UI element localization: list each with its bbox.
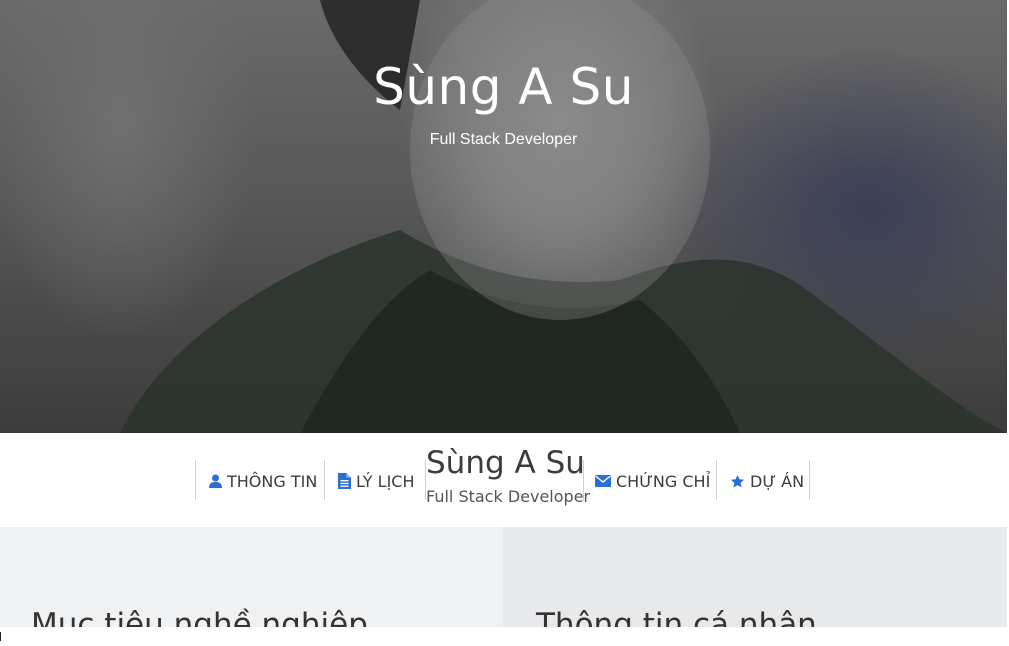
nav-item-label: LÝ LỊCH bbox=[356, 471, 415, 491]
nav-item-du-an[interactable]: DỰ ÁN bbox=[730, 470, 804, 492]
nav-item-label: THÔNG TIN bbox=[227, 471, 318, 491]
nav-item-chung-chi[interactable]: CHỨNG CHỈ bbox=[595, 470, 710, 492]
nav-item-ly-lich[interactable]: LÝ LỊCH bbox=[338, 470, 414, 492]
career-goal-section: Mục tiêu nghề nghiệp bbox=[0, 527, 503, 627]
main-navbar: THÔNG TIN LÝ LỊCH Sùng A Su Full Stack D… bbox=[0, 433, 1007, 527]
document-icon bbox=[338, 473, 351, 489]
hero-subtitle: Full Stack Developer bbox=[429, 131, 578, 148]
nav-item-label: DỰ ÁN bbox=[750, 471, 805, 491]
nav-divider bbox=[195, 460, 196, 500]
nav-divider bbox=[809, 460, 810, 500]
personal-info-title: Thông tin cá nhân bbox=[536, 607, 817, 627]
hero-title: Sùng A Su bbox=[373, 58, 634, 116]
brand-subtitle: Full Stack Developer bbox=[426, 487, 591, 506]
brand-name: Sùng A Su bbox=[426, 445, 585, 481]
envelope-icon bbox=[595, 475, 611, 487]
nav-divider bbox=[324, 460, 325, 500]
user-icon bbox=[209, 474, 222, 488]
hero-banner: Sùng A Su Full Stack Developer bbox=[0, 0, 1007, 433]
career-goal-title: Mục tiêu nghề nghiệp bbox=[31, 607, 368, 627]
personal-info-section: Thông tin cá nhân bbox=[503, 527, 1007, 627]
nav-item-thong-tin[interactable]: THÔNG TIN bbox=[209, 470, 317, 492]
text-cursor bbox=[0, 632, 1, 641]
nav-brand[interactable]: Sùng A Su Full Stack Developer bbox=[426, 443, 591, 508]
nav-item-label: CHỨNG CHỈ bbox=[616, 471, 711, 491]
star-icon bbox=[730, 474, 745, 487]
viewport-bottom-edge bbox=[0, 627, 1009, 646]
nav-divider bbox=[716, 460, 717, 500]
nav-divider bbox=[583, 460, 584, 500]
